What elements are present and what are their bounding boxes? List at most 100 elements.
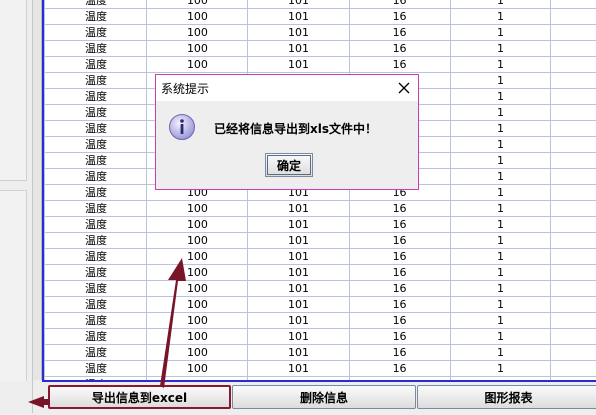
table-cell[interactable]: 1 xyxy=(450,297,551,313)
table-cell[interactable]: 16 xyxy=(349,297,450,313)
table-cell[interactable]: 1 xyxy=(450,201,551,217)
table-cell[interactable] xyxy=(551,185,596,201)
table-cell[interactable]: 101 xyxy=(248,297,349,313)
table-cell[interactable]: 1 xyxy=(450,153,551,169)
table-cell[interactable]: 101 xyxy=(248,329,349,345)
table-row[interactable]: 温度100101161 xyxy=(45,57,596,73)
table-cell[interactable]: 100 xyxy=(147,297,248,313)
table-cell[interactable] xyxy=(551,233,596,249)
table-cell[interactable] xyxy=(551,361,596,377)
table-cell[interactable] xyxy=(551,249,596,265)
table-row[interactable]: 温度100101161 xyxy=(45,345,596,361)
table-cell[interactable]: 1 xyxy=(450,313,551,329)
table-cell[interactable]: 16 xyxy=(349,41,450,57)
table-cell[interactable]: 温度 xyxy=(45,281,147,297)
table-cell[interactable]: 16 xyxy=(349,281,450,297)
table-cell[interactable] xyxy=(551,89,596,105)
table-row[interactable]: 温度100101161 xyxy=(45,361,596,377)
table-cell[interactable]: 100 xyxy=(147,313,248,329)
table-cell[interactable]: 100 xyxy=(147,281,248,297)
table-cell[interactable]: 1 xyxy=(450,249,551,265)
table-cell[interactable]: 100 xyxy=(147,249,248,265)
table-cell[interactable]: 16 xyxy=(349,9,450,25)
table-cell[interactable]: 16 xyxy=(349,57,450,73)
table-cell[interactable]: 16 xyxy=(349,0,450,9)
table-cell[interactable]: 温度 xyxy=(45,121,147,137)
table-row[interactable]: 温度100101161 xyxy=(45,281,596,297)
table-cell[interactable]: 温度 xyxy=(45,89,147,105)
table-cell[interactable]: 16 xyxy=(349,361,450,377)
table-cell[interactable]: 16 xyxy=(349,313,450,329)
table-cell[interactable]: 1 xyxy=(450,137,551,153)
table-cell[interactable] xyxy=(551,345,596,361)
table-cell[interactable] xyxy=(551,57,596,73)
table-cell[interactable]: 100 xyxy=(147,9,248,25)
table-row[interactable]: 温度100101161 xyxy=(45,217,596,233)
table-cell[interactable]: 温度 xyxy=(45,297,147,313)
table-cell[interactable]: 温度 xyxy=(45,217,147,233)
table-cell[interactable]: 16 xyxy=(349,201,450,217)
table-cell[interactable]: 温度 xyxy=(45,329,147,345)
table-cell[interactable]: 101 xyxy=(248,345,349,361)
table-cell[interactable]: 温度 xyxy=(45,73,147,89)
table-cell[interactable]: 16 xyxy=(349,265,450,281)
table-cell[interactable]: 101 xyxy=(248,313,349,329)
table-cell[interactable]: 101 xyxy=(248,9,349,25)
table-cell[interactable] xyxy=(551,313,596,329)
table-cell[interactable]: 1 xyxy=(450,233,551,249)
table-cell[interactable]: 100 xyxy=(147,0,248,9)
table-cell[interactable] xyxy=(551,153,596,169)
table-cell[interactable] xyxy=(551,265,596,281)
table-cell[interactable]: 温度 xyxy=(45,57,147,73)
table-cell[interactable]: 1 xyxy=(450,25,551,41)
table-cell[interactable] xyxy=(551,25,596,41)
table-cell[interactable]: 1 xyxy=(450,185,551,201)
table-cell[interactable]: 101 xyxy=(248,201,349,217)
table-cell[interactable]: 101 xyxy=(248,57,349,73)
table-cell[interactable] xyxy=(551,137,596,153)
table-cell[interactable]: 温度 xyxy=(45,41,147,57)
table-row[interactable]: 温度100101161 xyxy=(45,249,596,265)
table-cell[interactable]: 101 xyxy=(248,233,349,249)
table-cell[interactable] xyxy=(551,217,596,233)
table-cell[interactable] xyxy=(551,121,596,137)
table-cell[interactable]: 16 xyxy=(349,233,450,249)
table-cell[interactable]: 温度 xyxy=(45,25,147,41)
table-cell[interactable] xyxy=(551,41,596,57)
table-cell[interactable]: 1 xyxy=(450,217,551,233)
table-row[interactable]: 温度100101161 xyxy=(45,9,596,25)
table-cell[interactable]: 1 xyxy=(450,89,551,105)
table-cell[interactable] xyxy=(551,9,596,25)
table-cell[interactable]: 101 xyxy=(248,361,349,377)
close-icon[interactable] xyxy=(394,78,414,98)
export-excel-button[interactable]: 导出信息到excel xyxy=(48,385,231,409)
delete-info-button[interactable]: 删除信息 xyxy=(232,385,416,409)
table-cell[interactable] xyxy=(551,73,596,89)
table-cell[interactable] xyxy=(551,201,596,217)
table-cell[interactable]: 101 xyxy=(248,265,349,281)
table-cell[interactable]: 1 xyxy=(450,265,551,281)
table-cell[interactable]: 101 xyxy=(248,41,349,57)
table-cell[interactable]: 101 xyxy=(248,25,349,41)
table-cell[interactable]: 温度 xyxy=(45,137,147,153)
table-cell[interactable] xyxy=(551,297,596,313)
table-cell[interactable]: 16 xyxy=(349,329,450,345)
table-cell[interactable]: 100 xyxy=(147,57,248,73)
table-cell[interactable]: 100 xyxy=(147,217,248,233)
table-cell[interactable]: 温度 xyxy=(45,201,147,217)
table-cell[interactable]: 1 xyxy=(450,329,551,345)
table-cell[interactable]: 16 xyxy=(349,217,450,233)
table-row[interactable]: 温度100101161 xyxy=(45,0,596,9)
table-cell[interactable]: 温度 xyxy=(45,265,147,281)
table-cell[interactable]: 温度 xyxy=(45,0,147,9)
table-cell[interactable]: 16 xyxy=(349,345,450,361)
table-cell[interactable] xyxy=(551,329,596,345)
table-cell[interactable]: 温度 xyxy=(45,233,147,249)
table-cell[interactable]: 16 xyxy=(349,249,450,265)
chart-report-button[interactable]: 图形报表 xyxy=(417,385,596,409)
table-row[interactable]: 温度100101161 xyxy=(45,201,596,217)
table-row[interactable]: 温度100101161 xyxy=(45,41,596,57)
table-cell[interactable]: 温度 xyxy=(45,185,147,201)
table-cell[interactable]: 1 xyxy=(450,0,551,9)
table-row[interactable]: 温度100101161 xyxy=(45,329,596,345)
